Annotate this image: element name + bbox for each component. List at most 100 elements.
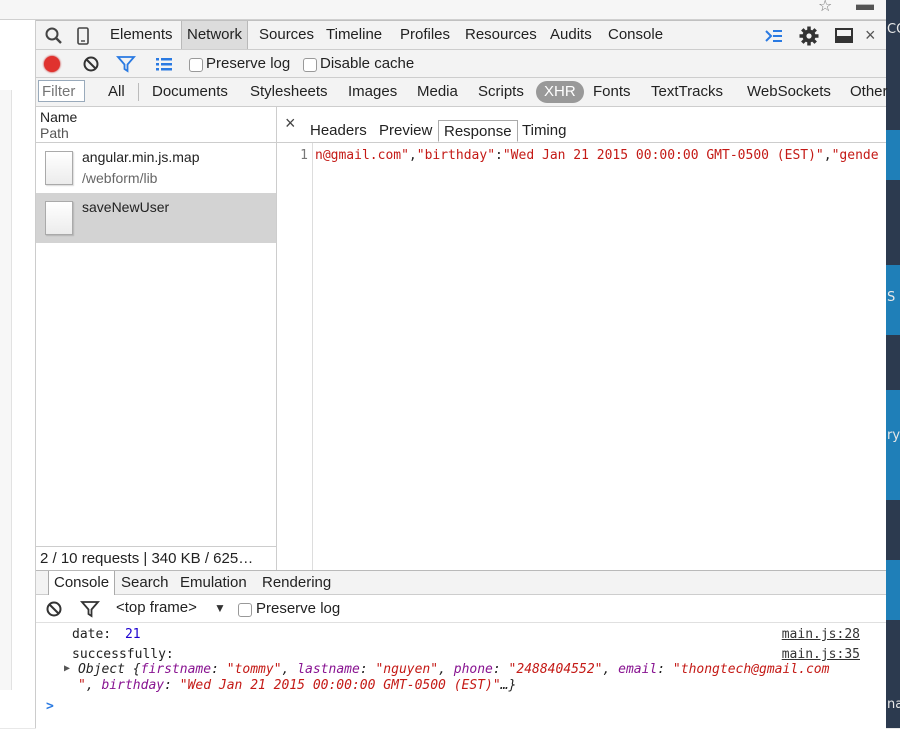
devtools-window: Elements Network Sources Timeline Profil… — [36, 20, 888, 729]
drawer-tabs: Console Search Emulation Rendering — [36, 570, 886, 595]
tab-response[interactable]: Response — [438, 120, 518, 142]
chevron-down-icon[interactable]: ▼ — [214, 601, 226, 615]
list-header: Name Path — [36, 107, 276, 143]
browser-top-bar: ☆ ▬ — [0, 0, 900, 20]
tab-resources[interactable]: Resources — [460, 21, 542, 49]
filter-documents[interactable]: Documents — [148, 81, 232, 103]
object-expand-triangle-icon[interactable]: ▶ — [64, 663, 70, 674]
tab-console[interactable]: Console — [603, 21, 668, 49]
tab-audits[interactable]: Audits — [545, 21, 597, 49]
console-message: date: 21 — [72, 627, 141, 642]
column-name-header[interactable]: Name — [40, 109, 77, 125]
source-link[interactable]: main.js:35 — [782, 647, 860, 662]
bg-text-2: S — [887, 290, 896, 305]
clear-icon[interactable] — [81, 54, 101, 78]
drawer-tab-search[interactable]: Search — [116, 571, 174, 595]
console-object[interactable]: Object {firstname: "tommy", lastname: "n… — [78, 662, 829, 677]
page-content-left — [0, 20, 36, 728]
console-number: 21 — [124, 627, 141, 642]
detail-tabs: × Headers Preview Response Timing — [277, 107, 886, 143]
filter-stylesheets[interactable]: Stylesheets — [246, 81, 332, 103]
line-number-gutter: 1 — [277, 143, 313, 570]
file-icon — [45, 151, 73, 185]
console-preserve-log-checkbox[interactable] — [238, 603, 252, 617]
line-number: 1 — [300, 148, 308, 163]
background-page-strip: CO S ry na — [886, 0, 900, 728]
record-icon[interactable] — [44, 56, 60, 72]
tab-network[interactable]: Network — [181, 21, 249, 49]
menu-icon[interactable]: ▬ — [856, 0, 874, 15]
filter-other[interactable]: Other — [846, 81, 892, 103]
tab-headers[interactable]: Headers — [305, 120, 372, 142]
console-output: date: 21 main.js:28 successfully: main.j… — [36, 623, 886, 729]
tab-preview[interactable]: Preview — [374, 120, 437, 142]
console-preserve-log-label: Preserve log — [256, 600, 341, 617]
close-devtools-icon[interactable]: × — [865, 25, 876, 46]
request-summary-status: 2 / 10 requests | 340 KB / 625… — [36, 546, 276, 570]
code-string: "gende — [831, 148, 879, 163]
inspect-search-icon[interactable] — [43, 25, 65, 47]
filter-bar: All Documents Stylesheets Images Media S… — [36, 78, 888, 107]
column-path-header[interactable]: Path — [40, 125, 69, 141]
dock-side-icon[interactable] — [833, 25, 855, 47]
object-suffix: …} — [500, 678, 517, 693]
filter-scripts[interactable]: Scripts — [474, 81, 528, 103]
source-link[interactable]: main.js:28 — [782, 627, 860, 642]
filter-all[interactable]: All — [104, 81, 129, 103]
show-drawer-icon[interactable] — [763, 25, 785, 47]
object-value: " — [78, 678, 86, 693]
disable-cache-checkbox[interactable] — [303, 58, 317, 72]
drawer-tab-rendering[interactable]: Rendering — [257, 571, 336, 595]
request-path: /webform/lib — [82, 170, 158, 186]
code-string: "Wed Jan 21 2015 00:00:00 GMT-0500 (EST)… — [502, 148, 824, 163]
code-punct: : — [495, 148, 503, 163]
code-punct: , — [823, 148, 832, 163]
preserve-log-checkbox[interactable] — [189, 58, 203, 72]
drawer-tab-console[interactable]: Console — [48, 571, 116, 595]
drawer-tab-emulation[interactable]: Emulation — [175, 571, 252, 595]
object-value: "thongtech@gmail.com — [672, 662, 830, 677]
tab-sources[interactable]: Sources — [254, 21, 319, 49]
console-object-continued: ", birthday: "Wed Jan 21 2015 00:00:00 G… — [78, 678, 517, 693]
clear-console-icon[interactable] — [44, 599, 64, 623]
frame-selector[interactable]: <top frame> — [116, 598, 197, 618]
object-value: "2488404552" — [508, 662, 603, 677]
object-key: email — [618, 662, 658, 677]
console-toolbar: <top frame> ▼ Preserve log — [36, 595, 886, 623]
bg-text-1: CO — [887, 22, 900, 37]
tab-timeline[interactable]: Timeline — [321, 21, 387, 49]
object-value: "tommy" — [226, 662, 282, 677]
preserve-log-label: Preserve log — [206, 55, 291, 72]
code-punct: , — [408, 148, 417, 163]
disable-cache-label: Disable cache — [320, 55, 415, 72]
filter-images[interactable]: Images — [344, 81, 401, 103]
console-prompt[interactable]: > — [46, 699, 54, 714]
filter-media[interactable]: Media — [413, 81, 462, 103]
request-name: angular.min.js.map — [82, 149, 200, 165]
object-value: "nguyen" — [375, 662, 439, 677]
filter-websockets[interactable]: WebSockets — [743, 81, 835, 103]
object-prefix: Object { — [78, 662, 141, 677]
request-row[interactable]: angular.min.js.map /webform/lib — [36, 143, 276, 193]
object-value: "Wed Jan 21 2015 00:00:00 GMT-0500 (EST)… — [179, 678, 501, 693]
close-detail-icon[interactable]: × — [285, 113, 296, 134]
device-mode-icon[interactable] — [72, 25, 94, 47]
object-key: firstname — [140, 662, 212, 677]
tab-timing[interactable]: Timing — [517, 120, 571, 142]
tab-elements[interactable]: Elements — [105, 21, 178, 49]
filter-fonts[interactable]: Fonts — [589, 81, 635, 103]
settings-gear-icon[interactable] — [798, 25, 820, 47]
filter-funnel-icon[interactable] — [116, 54, 136, 78]
file-icon — [45, 201, 73, 235]
console-filter-icon[interactable] — [80, 599, 100, 623]
tab-profiles[interactable]: Profiles — [395, 21, 455, 49]
filter-input[interactable] — [38, 80, 85, 102]
filter-xhr[interactable]: XHR — [536, 81, 584, 103]
bookmark-star-icon[interactable]: ☆ — [818, 0, 832, 16]
request-row-selected[interactable]: saveNewUser — [36, 193, 276, 243]
filter-texttracks[interactable]: TextTracks — [647, 81, 727, 103]
code-string: "birthday" — [416, 148, 496, 163]
response-body[interactable]: n@gmail.com","birthday":"Wed Jan 21 2015… — [315, 148, 886, 168]
large-rows-list-icon[interactable] — [154, 54, 174, 78]
network-toolbar: Preserve log Disable cache — [36, 50, 886, 78]
